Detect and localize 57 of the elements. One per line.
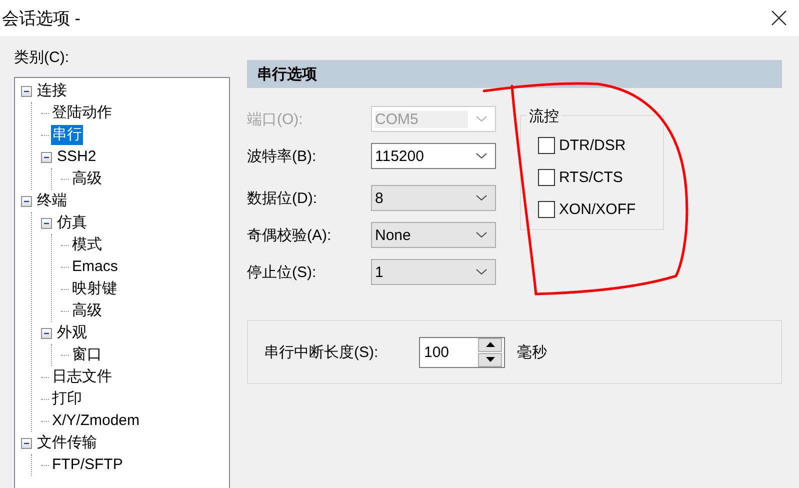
category-label: 类别(C): <box>14 48 70 67</box>
checkbox[interactable] <box>538 200 555 218</box>
unit-label: 毫秒 <box>517 342 547 362</box>
tree-item[interactable]: 日志文件 <box>51 367 113 387</box>
tree-item[interactable]: 外观 <box>56 323 88 343</box>
down-arrow-icon <box>486 357 494 362</box>
dropdown[interactable]: 1 <box>371 259 496 285</box>
chevron-down-icon <box>476 116 487 122</box>
tree-item[interactable]: SSH2 <box>56 147 98 167</box>
field-label: 串行中断长度(S): <box>264 342 380 362</box>
field-label: 奇偶校验(A): <box>247 226 332 244</box>
chevron-down-icon <box>476 232 487 238</box>
spin-up-button[interactable] <box>478 338 502 352</box>
tree-item[interactable]: 终端 <box>36 191 68 211</box>
tree-item[interactable]: X/Y/Zmodem <box>51 411 141 431</box>
tree-item[interactable]: FTP/SFTP <box>51 455 124 475</box>
group-title: 流控 <box>527 107 561 126</box>
tree-item[interactable]: 打印 <box>51 389 83 409</box>
collapse-icon[interactable] <box>21 438 32 448</box>
tree-item[interactable]: 连接 <box>36 81 68 101</box>
tree-item[interactable]: 登陆动作 <box>51 103 113 123</box>
dropdown[interactable]: None <box>371 222 496 248</box>
tree-item[interactable]: 高级 <box>71 301 103 321</box>
collapse-icon[interactable] <box>41 328 52 338</box>
checkbox[interactable] <box>538 136 555 154</box>
tree-item[interactable]: 文件传输 <box>36 433 98 453</box>
dropdown[interactable]: 8 <box>371 185 496 211</box>
collapse-icon[interactable] <box>21 86 32 96</box>
checkbox-option[interactable]: XON/XOFF <box>538 198 663 220</box>
checkbox-option[interactable]: DTR/DSR <box>538 134 663 156</box>
up-arrow-icon <box>486 342 494 347</box>
collapse-icon[interactable] <box>21 196 32 206</box>
dropdown[interactable]: 115200 <box>371 143 496 169</box>
field-label: 端口(O): <box>247 110 304 128</box>
field-label: 停止位(S): <box>247 262 318 282</box>
tree-item[interactable]: 高级 <box>71 169 103 189</box>
tree-item[interactable]: 模式 <box>71 235 103 255</box>
tree-item[interactable]: 仿真 <box>56 213 88 233</box>
window-title: 会话选项 - <box>2 8 80 30</box>
tree-item[interactable]: Emacs <box>71 257 119 277</box>
chevron-down-icon <box>476 153 487 159</box>
checkbox-option[interactable]: RTS/CTS <box>538 166 663 188</box>
tree-item[interactable]: 串行 <box>51 125 83 145</box>
spin-down-button[interactable] <box>478 352 502 366</box>
break-length-spinner[interactable]: 100 <box>419 336 505 368</box>
tree-item[interactable]: 窗口 <box>71 345 103 365</box>
field-label: 波特率(B): <box>247 146 318 166</box>
close-icon <box>771 10 787 26</box>
chevron-down-icon <box>476 269 487 275</box>
chevron-down-icon <box>476 195 487 201</box>
section-title: 串行选项 <box>257 64 317 84</box>
collapse-icon[interactable] <box>41 218 52 228</box>
close-button[interactable] <box>771 10 787 26</box>
tree-item[interactable]: 映射键 <box>71 279 118 299</box>
field-label: 数据位(D): <box>247 188 318 208</box>
collapse-icon[interactable] <box>41 152 52 162</box>
checkbox[interactable] <box>538 168 555 186</box>
